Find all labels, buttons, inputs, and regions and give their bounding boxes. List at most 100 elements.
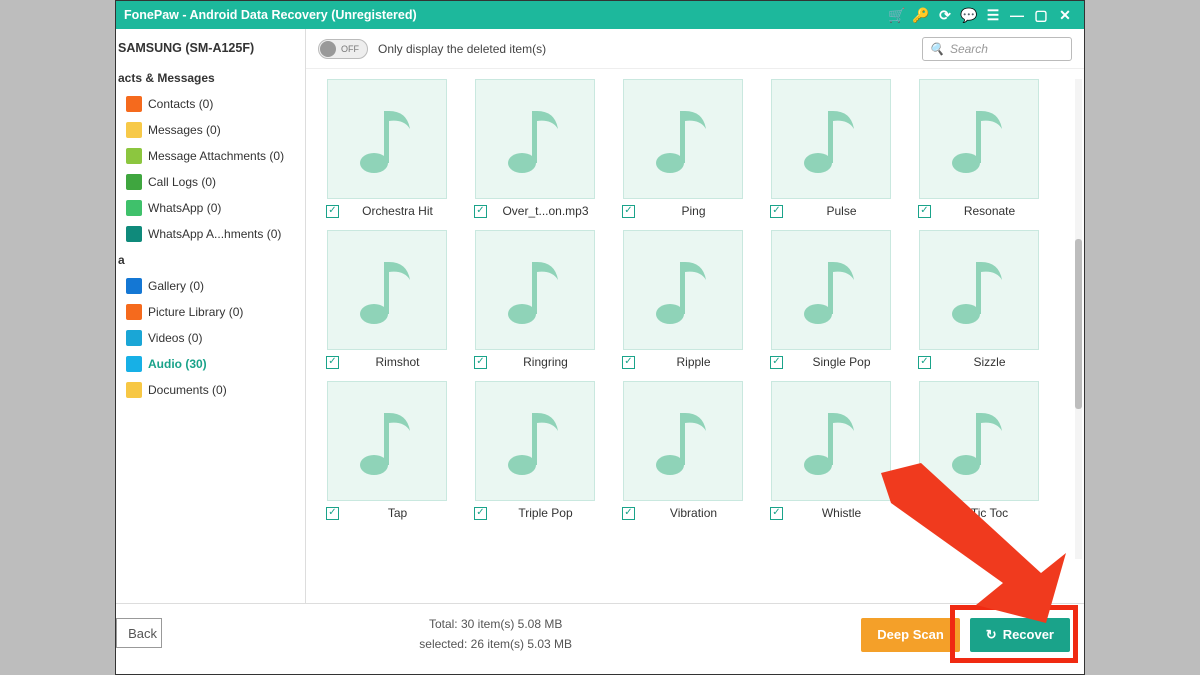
audio-tile[interactable]: ✓ Ringring [470, 230, 600, 371]
audio-thumb [771, 79, 891, 199]
audio-tile[interactable]: ✓ Triple Pop [470, 381, 600, 522]
app-window: FonePaw - Android Data Recovery (Unregis… [115, 0, 1085, 675]
sidebar-item-messages[interactable]: Messages (0) [116, 117, 301, 143]
audio-tile[interactable]: ✓ Pulse [766, 79, 896, 220]
whatsapp-icon [126, 200, 142, 216]
deleted-only-toggle[interactable]: OFF [318, 39, 368, 59]
tile-checkbox[interactable]: ✓ [326, 507, 339, 520]
deep-scan-label: Deep Scan [877, 627, 943, 642]
update-icon[interactable]: ⟳ [934, 4, 956, 26]
sidebar-item-whatsapp-attachments[interactable]: WhatsApp A...hments (0) [116, 221, 301, 247]
tile-checkbox[interactable]: ✓ [918, 507, 931, 520]
sidebar-item-gallery[interactable]: Gallery (0) [116, 273, 301, 299]
sidebar-item-label: Documents (0) [148, 383, 227, 397]
audio-thumb [919, 381, 1039, 501]
audio-tile[interactable]: ✓ Tap [322, 381, 452, 522]
audio-tile[interactable]: ✓ Sizzle [914, 230, 1044, 371]
tile-checkbox[interactable]: ✓ [326, 205, 339, 218]
back-label: Back [128, 626, 157, 641]
maximize-icon[interactable]: ▢ [1030, 4, 1052, 26]
tile-checkbox[interactable]: ✓ [770, 356, 783, 369]
search-icon: 🔍 [929, 42, 944, 56]
messages-icon [126, 122, 142, 138]
toolbar: OFF Only display the deleted item(s) 🔍 S… [306, 29, 1084, 69]
tile-filename: Resonate [937, 204, 1042, 218]
recover-label: Recover [1003, 627, 1054, 642]
footer: Back Total: 30 item(s) 5.08 MB selected:… [116, 603, 1084, 665]
audio-tile[interactable]: ✓ Ping [618, 79, 748, 220]
tile-checkbox[interactable]: ✓ [474, 507, 487, 520]
tile-filename: Pulse [789, 204, 894, 218]
tile-checkbox[interactable]: ✓ [918, 205, 931, 218]
audio-tile[interactable]: ✓ Vibration [618, 381, 748, 522]
back-button[interactable]: Back [116, 618, 162, 648]
tile-filename: Ping [641, 204, 746, 218]
sidebar-item-label: Picture Library (0) [148, 305, 243, 319]
feedback-icon[interactable]: 💬 [958, 4, 980, 26]
recover-icon: ↻ [986, 627, 997, 643]
close-icon[interactable]: ✕ [1054, 4, 1076, 26]
audio-thumb [327, 230, 447, 350]
sidebar-item-call-logs[interactable]: Call Logs (0) [116, 169, 301, 195]
recover-button[interactable]: ↻ Recover [970, 618, 1070, 652]
tile-checkbox[interactable]: ✓ [474, 356, 487, 369]
tile-checkbox[interactable]: ✓ [622, 507, 635, 520]
audio-thumb [623, 79, 743, 199]
tile-checkbox[interactable]: ✓ [770, 205, 783, 218]
gutter-right [1085, 0, 1200, 675]
sidebar-item-documents[interactable]: Documents (0) [116, 377, 301, 403]
sidebar-item-label: Message Attachments (0) [148, 149, 284, 163]
minimize-icon[interactable]: — [1006, 4, 1028, 26]
audio-tile[interactable]: ✓ Orchestra Hit [322, 79, 452, 220]
sidebar-item-whatsapp[interactable]: WhatsApp (0) [116, 195, 301, 221]
audio-icon [126, 356, 142, 372]
file-grid: ✓ Orchestra Hit ✓ Over_t...on.mp3 ✓ Ping [322, 79, 1068, 522]
scrollbar-thumb[interactable] [1075, 239, 1082, 409]
audio-thumb [771, 230, 891, 350]
audio-thumb [919, 230, 1039, 350]
sidebar-item-message-attachments[interactable]: Message Attachments (0) [116, 143, 301, 169]
sidebar-item-audio[interactable]: Audio (30) [116, 351, 301, 377]
sidebar: SAMSUNG (SM-A125F) acts & Messages Conta… [116, 29, 306, 603]
tile-filename: Single Pop [789, 355, 894, 369]
audio-tile[interactable]: ✓ Rimshot [322, 230, 452, 371]
total-line: Total: 30 item(s) 5.08 MB [130, 615, 861, 634]
sidebar-item-contacts[interactable]: Contacts (0) [116, 91, 301, 117]
tile-checkbox[interactable]: ✓ [474, 205, 487, 218]
key-icon[interactable]: 🔑 [910, 4, 932, 26]
section-media: a [116, 247, 301, 273]
audio-tile[interactable]: ✓ Ripple [618, 230, 748, 371]
device-name: SAMSUNG (SM-A125F) [116, 37, 301, 65]
gallery-icon [126, 278, 142, 294]
sidebar-item-label: Contacts (0) [148, 97, 213, 111]
audio-tile[interactable]: ✓ Whistle [766, 381, 896, 522]
sidebar-item-label: Gallery (0) [148, 279, 204, 293]
audio-tile[interactable]: ✓ Tic Toc [914, 381, 1044, 522]
audio-thumb [475, 79, 595, 199]
audio-tile[interactable]: ✓ Resonate [914, 79, 1044, 220]
scrollbar[interactable] [1075, 79, 1082, 559]
contacts-icon [126, 96, 142, 112]
tile-checkbox[interactable]: ✓ [918, 356, 931, 369]
section-contacts-messages: acts & Messages [116, 65, 301, 91]
tile-filename: Rimshot [345, 355, 450, 369]
audio-tile[interactable]: ✓ Single Pop [766, 230, 896, 371]
cart-icon[interactable]: 🛒 [886, 4, 908, 26]
tile-checkbox[interactable]: ✓ [622, 205, 635, 218]
sidebar-item-videos[interactable]: Videos (0) [116, 325, 301, 351]
sidebar-item-picture-library[interactable]: Picture Library (0) [116, 299, 301, 325]
tile-checkbox[interactable]: ✓ [326, 356, 339, 369]
video-icon [126, 330, 142, 346]
audio-thumb [919, 79, 1039, 199]
sidebar-item-label: Call Logs (0) [148, 175, 216, 189]
tile-checkbox[interactable]: ✓ [770, 507, 783, 520]
audio-tile[interactable]: ✓ Over_t...on.mp3 [470, 79, 600, 220]
tile-checkbox[interactable]: ✓ [622, 356, 635, 369]
sidebar-item-label: WhatsApp (0) [148, 201, 221, 215]
totals-text: Total: 30 item(s) 5.08 MB selected: 26 i… [130, 615, 861, 653]
toggle-label: Only display the deleted item(s) [378, 42, 912, 56]
menu-icon[interactable]: ☰ [982, 4, 1004, 26]
search-input[interactable]: 🔍 Search [922, 37, 1072, 61]
tile-filename: Orchestra Hit [345, 204, 450, 218]
deep-scan-button[interactable]: Deep Scan [861, 618, 959, 652]
